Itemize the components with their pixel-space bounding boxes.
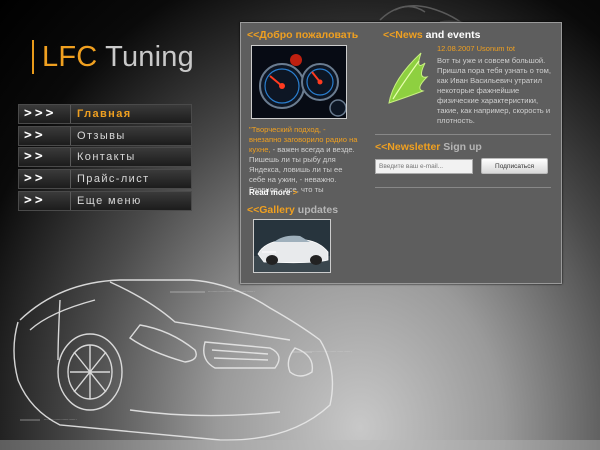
nav-item-more-menu[interactable]: >> Еще меню — [18, 190, 192, 211]
news-body: Вот ты уже и совсем большой. Пришла пора… — [437, 56, 551, 125]
nav-item-home[interactable]: >>> Главная — [18, 104, 192, 124]
dashboard-gauges-image — [251, 45, 347, 119]
gallery-heading: <<Gallery updates — [247, 204, 339, 216]
read-more-link[interactable]: Read more > — [249, 188, 297, 197]
nav-label: Главная — [77, 108, 132, 120]
nav-item-price-list[interactable]: >> Прайс-лист — [18, 169, 192, 190]
logo-tuning: Tuning — [105, 41, 194, 73]
email-input[interactable] — [375, 159, 473, 174]
page-background: ········································… — [0, 0, 600, 450]
nav-label: Отзывы — [77, 129, 126, 142]
sketch-callout: ···························· — [44, 418, 77, 422]
nav-arrows: >>> — [19, 105, 71, 123]
subscribe-button[interactable]: Подписаться — [481, 158, 548, 174]
main-navigation: >>> Главная >> Отзывы >> Контакты >> Пра… — [18, 104, 192, 212]
nav-label: Контакты — [77, 151, 136, 164]
newsletter-heading: <<Newsletter Sign up — [375, 141, 482, 153]
nav-arrows: >> — [19, 126, 71, 145]
sketch-callout: ········································ — [208, 290, 255, 294]
car-photo-image[interactable] — [253, 219, 331, 273]
welcome-text: "Творческий подход, - внезапно заговорил… — [249, 125, 359, 195]
logo-lfc: LFC — [42, 41, 98, 73]
green-wing-icon — [388, 52, 429, 104]
nav-label: Еще меню — [77, 194, 142, 207]
site-logo[interactable]: LFC Tuning — [32, 40, 194, 74]
welcome-heading: <<Добро пожаловать — [247, 29, 359, 41]
nav-label: Прайс-лист — [77, 173, 150, 186]
news-heading: <<News and events — [383, 29, 481, 41]
content-panel: <<Добро пожаловать "Творческий подход, -… — [240, 22, 562, 284]
nav-arrows: >> — [19, 191, 71, 210]
divider — [375, 187, 551, 188]
nav-item-contacts[interactable]: >> Контакты — [18, 147, 192, 168]
nav-item-reviews[interactable]: >> Отзывы — [18, 125, 192, 146]
news-date: 12.08.2007 Usonum tot — [437, 44, 515, 53]
nav-arrows: >> — [19, 170, 71, 189]
sketch-callout: ·································· — [312, 350, 352, 354]
divider — [375, 134, 551, 135]
nav-arrows: >> — [19, 148, 71, 167]
